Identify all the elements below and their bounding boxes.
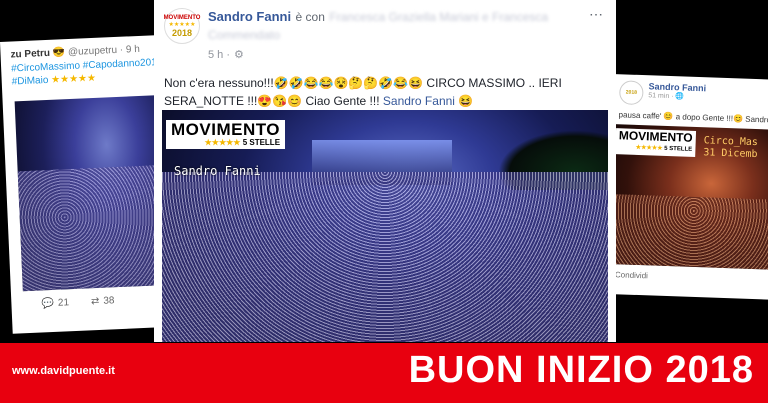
tweet-photo[interactable] — [14, 94, 173, 292]
stars-icon: ★★★★★ — [50, 72, 97, 86]
post-photo[interactable]: MOVIMENTO ★★★★★ 5 STELLE Circo_Mas 31 Di… — [609, 124, 768, 270]
reply-count: 21 — [57, 297, 70, 309]
logo-word: MOVIMENTO — [171, 120, 281, 139]
retweet-button[interactable]: ⇄ 38 — [91, 295, 115, 307]
photo-overlay-text: Circo_Mas 31 Dicemb — [703, 135, 758, 161]
tweet-time: · 9 h — [119, 43, 141, 56]
avatar[interactable]: 2018 — [618, 80, 644, 106]
facebook-post-right: 2018 Sandro Fanni 51 min · 🌐 pausa caffe… — [604, 74, 768, 300]
m5s-logo: MOVIMENTO ★★★★★ 5 STELLE — [615, 128, 696, 157]
headline-banner: www.davidpuente.it BUON INIZIO 2018 — [0, 343, 768, 403]
facebook-post-main: MOVIMENTO ★★★★★ 2018 Sandro Fanni è con … — [154, 0, 616, 342]
photo-watermark: Sandro Fanni — [174, 164, 261, 178]
avatar-stars: ★★★★★ — [168, 21, 196, 28]
logo-stars: ★★★★★ — [204, 138, 241, 147]
banner-title: BUON INIZIO 2018 — [408, 349, 754, 391]
logo-sub: 5 STELLE — [664, 145, 693, 153]
share-button[interactable]: Condividi — [615, 270, 648, 280]
post-text-line-1: Non c'era nessuno!!!🤣🤣😂😂😵🤔🤔🤣😂😆 CIRCO MAS… — [164, 76, 562, 90]
reply-icon: 💬 — [41, 297, 55, 310]
tweet-username[interactable]: zu Petru — [10, 48, 50, 61]
avatar-year: 2018 — [171, 27, 193, 38]
site-url[interactable]: www.davidpuente.it — [12, 365, 115, 377]
post-text: Non c'era nessuno!!!🤣🤣😂😂😵🤔🤔🤣😂😆 CIRCO MAS… — [154, 58, 616, 118]
post-meta: 5 h · ⚙ — [208, 48, 606, 62]
privacy-icon: ⚙ — [234, 49, 244, 61]
reply-button[interactable]: 💬 21 — [41, 297, 69, 309]
avatar[interactable]: MOVIMENTO ★★★★★ 2018 — [164, 8, 200, 44]
more-options-icon[interactable]: ⋯ — [589, 6, 604, 23]
tweet-handle[interactable]: @uzupetru — [68, 45, 118, 58]
author-mention-link[interactable]: Sandro Fanni — [383, 94, 455, 108]
post-photo[interactable]: MOVIMENTO ★★★★★ 5 STELLE Sandro Fanni — [162, 110, 608, 342]
retweet-icon: ⇄ — [90, 295, 100, 308]
with-label: è con — [295, 10, 325, 24]
post-text-line-2: SERA_NOTTE !!!😍😘😊 Ciao Gente !!! — [164, 94, 380, 108]
logo-stars: ★★★★★ — [635, 144, 663, 152]
overlay-line-2: 31 Dicemb — [703, 147, 758, 161]
post-author[interactable]: Sandro Fanni — [208, 9, 291, 24]
post-time[interactable]: 5 h · — [208, 49, 230, 61]
post-header: MOVIMENTO ★★★★★ 2018 Sandro Fanni è con … — [154, 0, 616, 62]
m5s-logo: MOVIMENTO ★★★★★ 5 STELLE — [166, 120, 286, 149]
retweet-count: 38 — [103, 295, 115, 307]
tweet-hashtag-dimaio[interactable]: #DiMaio — [12, 75, 49, 88]
post-emoji: 😆 — [458, 94, 474, 108]
logo-sub: 5 STELLE — [242, 138, 281, 147]
tweet-actions: 💬 21 ⇄ 38 — [41, 295, 115, 309]
tweet-emoji: 😎 — [52, 47, 66, 59]
